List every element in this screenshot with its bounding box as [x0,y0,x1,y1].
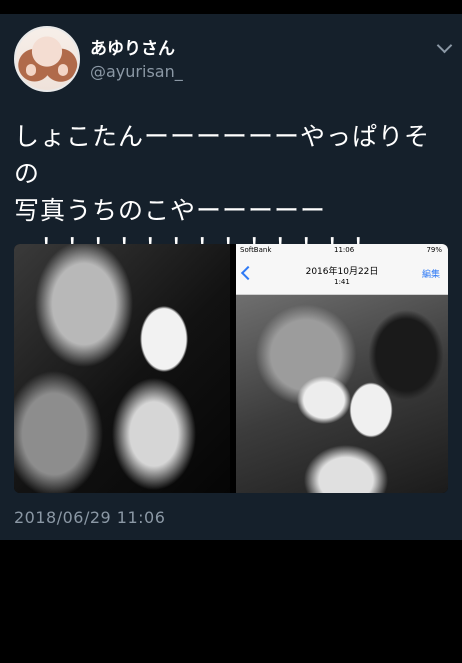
chevron-down-icon[interactable] [436,37,453,54]
cat-photo-left[interactable] [14,244,230,493]
ios-status-bar: SoftBank 11:06 79% [236,244,448,258]
top-bar [0,0,462,14]
ios-cat-photo [236,295,448,493]
tweet-media[interactable]: SoftBank 11:06 79% 2016年10月22日 1:41 編集 [14,244,448,493]
avatar-hand-left [26,64,36,76]
user-handle[interactable]: @ayurisan_ [90,62,183,81]
tweet-timestamp[interactable]: 2018/06/29 11:06 [14,508,165,527]
avatar[interactable] [14,26,80,92]
ios-carrier: SoftBank [240,246,272,254]
avatar-hand-right [58,64,68,76]
display-name[interactable]: あゆりさん [90,34,175,59]
ios-photo-time: 1:41 [334,278,350,286]
ios-edit-label: 編集 [421,270,440,280]
tweet-card[interactable]: あゆりさん @ayurisan_ しょこたんーーーーーーやっぱりその 写真うちの… [0,14,462,540]
ios-clock: 11:06 [334,246,355,254]
bottom-area [0,540,462,663]
ios-battery: 79% [426,246,442,254]
ios-photo-date: 2016年10月22日 [305,267,379,277]
cat-photo-right-screenshot[interactable]: SoftBank 11:06 79% 2016年10月22日 1:41 編集 [236,244,448,493]
ios-photo-nav: 2016年10月22日 1:41 編集 [236,258,448,295]
